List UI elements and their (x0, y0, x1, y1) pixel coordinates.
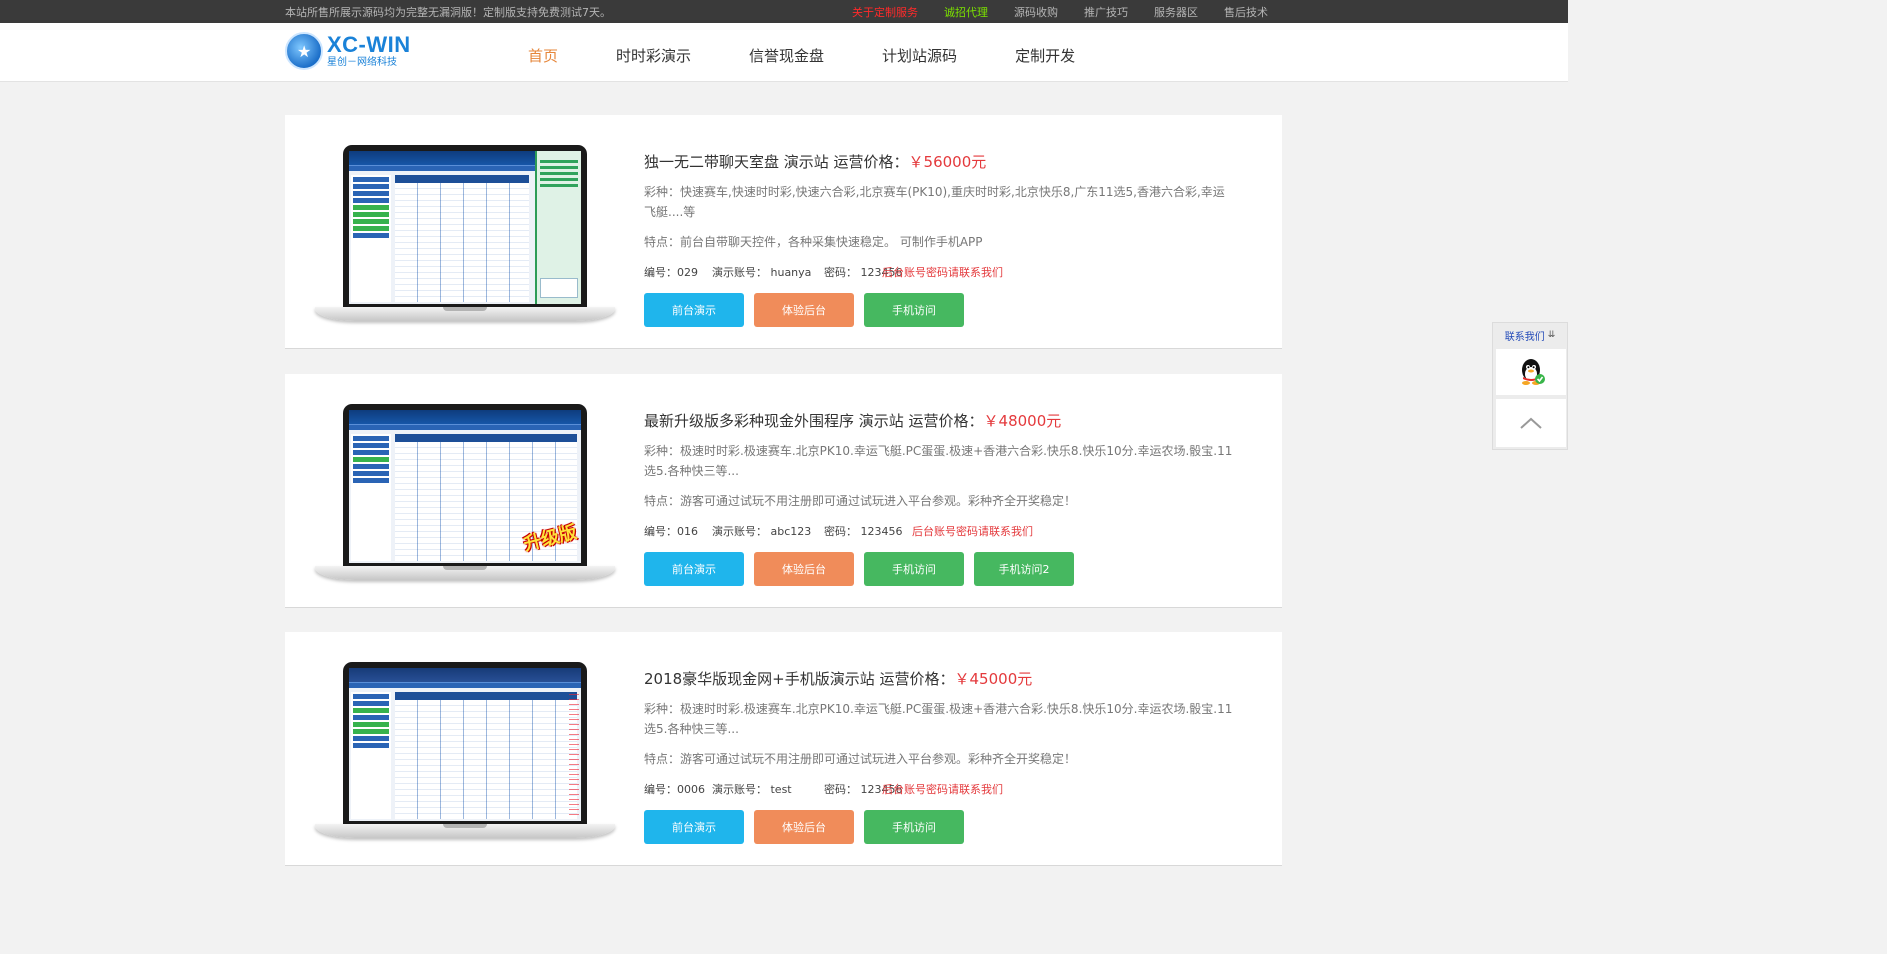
product-card: 独一无二带聊天室盘 演示站 运营价格：￥56000元 彩种：快速赛车,快速时时彩… (285, 115, 1282, 349)
chat-panel-preview (535, 151, 581, 304)
top-bar: 本站所售所展示源码均为完整无漏洞版！定制版支持免费测试7天。 关于定制服务 诚招… (0, 0, 1568, 23)
demo-account: 演示账号： abc123 (712, 525, 812, 538)
nav-plan-source[interactable]: 计划站源码 (882, 45, 957, 66)
top-link-custom-service[interactable]: 关于定制服务 (852, 4, 918, 20)
product-meta: 编号：029 演示账号： huanya 密码： 123456 后台账号密码请联系… (644, 264, 1234, 280)
admin-contact-note: 后台账号密码请联系我们 (882, 783, 1003, 796)
back-to-top-button[interactable] (1496, 399, 1566, 447)
mobile-access-button[interactable]: 手机访问 (864, 810, 964, 844)
nav-custom-dev[interactable]: 定制开发 (1015, 45, 1075, 66)
site-logo[interactable]: XC-WIN 星创－网络科技 (285, 32, 411, 70)
admin-trial-button[interactable]: 体验后台 (754, 810, 854, 844)
qq-contact-button[interactable] (1496, 349, 1566, 395)
product-card: 2018豪华版现金网+手机版演示站 运营价格：￥45000元 彩种：极速时时彩.… (285, 632, 1282, 866)
top-link-agent[interactable]: 诚招代理 (944, 4, 988, 20)
frontend-demo-button[interactable]: 前台演示 (644, 552, 744, 586)
product-title[interactable]: 2018豪华版现金网+手机版演示站 运营价格：￥45000元 (644, 668, 1234, 689)
logo-icon (285, 32, 323, 70)
admin-trial-button[interactable]: 体验后台 (754, 552, 854, 586)
admin-contact-note: 后台账号密码请联系我们 (882, 266, 1003, 279)
nav-home[interactable]: 首页 (528, 45, 558, 66)
nav-cash-platform[interactable]: 信誉现金盘 (749, 45, 824, 66)
product-meta: 编号：0006 演示账号： test 密码： 123456 后台账号密码请联系我… (644, 781, 1234, 797)
product-code: 编号：0006 (644, 783, 705, 796)
product-lottery-types: 彩种：极速时时彩.极速赛车.北京PK10.幸运飞艇.PC蛋蛋.极速+香港六合彩.… (644, 702, 1233, 736)
demo-password: 密码： 123456 (824, 266, 903, 279)
top-links: 关于定制服务 诚招代理 源码收购 推广技巧 服务器区 售后技术 (852, 4, 1268, 20)
site-notice: 本站所售所展示源码均为完整无漏洞版！定制版支持免费测试7天。 (285, 6, 611, 19)
product-thumbnail[interactable]: 升级版 (315, 404, 615, 580)
mobile-access-2-button[interactable]: 手机访问2 (974, 552, 1074, 586)
product-card: 升级版 最新升级版多彩种现金外围程序 演示站 运营价格：￥48000元 彩种：极… (285, 374, 1282, 608)
product-thumbnail[interactable] (315, 662, 615, 838)
demo-account: 演示账号： test (712, 783, 792, 796)
demo-password: 密码： 123456 (824, 783, 903, 796)
contact-widget: 联系我们 ⇊ (1492, 322, 1568, 450)
mobile-access-button[interactable]: 手机访问 (864, 552, 964, 586)
mobile-access-button[interactable]: 手机访问 (864, 293, 964, 327)
product-features: 特点：游客可通过试玩不用注册即可通过试玩进入平台参观。彩种齐全开奖稳定！ (644, 494, 1077, 508)
product-features: 特点：游客可通过试玩不用注册即可通过试玩进入平台参观。彩种齐全开奖稳定！ (644, 752, 1077, 766)
main-nav: 首页 时时彩演示 信誉现金盘 计划站源码 定制开发 (528, 45, 1075, 66)
frontend-demo-button[interactable]: 前台演示 (644, 810, 744, 844)
contact-us-label: 联系我们 (1504, 331, 1545, 343)
qq-penguin-icon (1522, 359, 1545, 385)
top-link-servers[interactable]: 服务器区 (1154, 4, 1198, 20)
product-lottery-types: 彩种：快速赛车,快速时时彩,快速六合彩,北京赛车(PK10),重庆时时彩,北京快… (644, 185, 1225, 219)
contact-widget-header[interactable]: 联系我们 ⇊ (1493, 323, 1567, 347)
product-features: 特点：前台自带聊天控件，各种采集快速稳定。 可制作手机APP (644, 235, 983, 249)
demo-account: 演示账号： huanya (712, 266, 812, 279)
nav-lottery-demo[interactable]: 时时彩演示 (616, 45, 691, 66)
product-code: 编号：029 (644, 266, 698, 279)
product-price: ￥45000元 (954, 670, 1033, 688)
product-code: 编号：016 (644, 525, 698, 538)
admin-contact-note: 后台账号密码请联系我们 (912, 525, 1033, 538)
double-chevron-down-icon: ⇊ (1547, 330, 1556, 340)
product-price: ￥56000元 (908, 153, 987, 171)
product-thumbnail[interactable] (315, 145, 615, 321)
demo-password: 密码： 123456 (824, 525, 903, 538)
product-title[interactable]: 独一无二带聊天室盘 演示站 运营价格：￥56000元 (644, 151, 1234, 172)
top-link-acquisition[interactable]: 源码收购 (1014, 4, 1058, 20)
logo-tagline: 星创－网络科技 (327, 57, 397, 68)
product-price: ￥48000元 (983, 412, 1062, 430)
product-title[interactable]: 最新升级版多彩种现金外围程序 演示站 运营价格：￥48000元 (644, 410, 1234, 431)
top-link-promotion[interactable]: 推广技巧 (1084, 4, 1128, 20)
product-lottery-types: 彩种：极速时时彩.极速赛车.北京PK10.幸运飞艇.PC蛋蛋.极速+香港六合彩.… (644, 444, 1233, 478)
logo-wordmark: XC-WIN (327, 32, 411, 57)
frontend-demo-button[interactable]: 前台演示 (644, 293, 744, 327)
top-link-support[interactable]: 售后技术 (1224, 4, 1268, 20)
product-meta: 编号：016 演示账号： abc123 密码： 123456 后台账号密码请联系… (644, 523, 1234, 539)
site-header: XC-WIN 星创－网络科技 首页 时时彩演示 信誉现金盘 计划站源码 定制开发 (0, 23, 1568, 82)
chevron-up-icon (1520, 417, 1542, 429)
admin-trial-button[interactable]: 体验后台 (754, 293, 854, 327)
